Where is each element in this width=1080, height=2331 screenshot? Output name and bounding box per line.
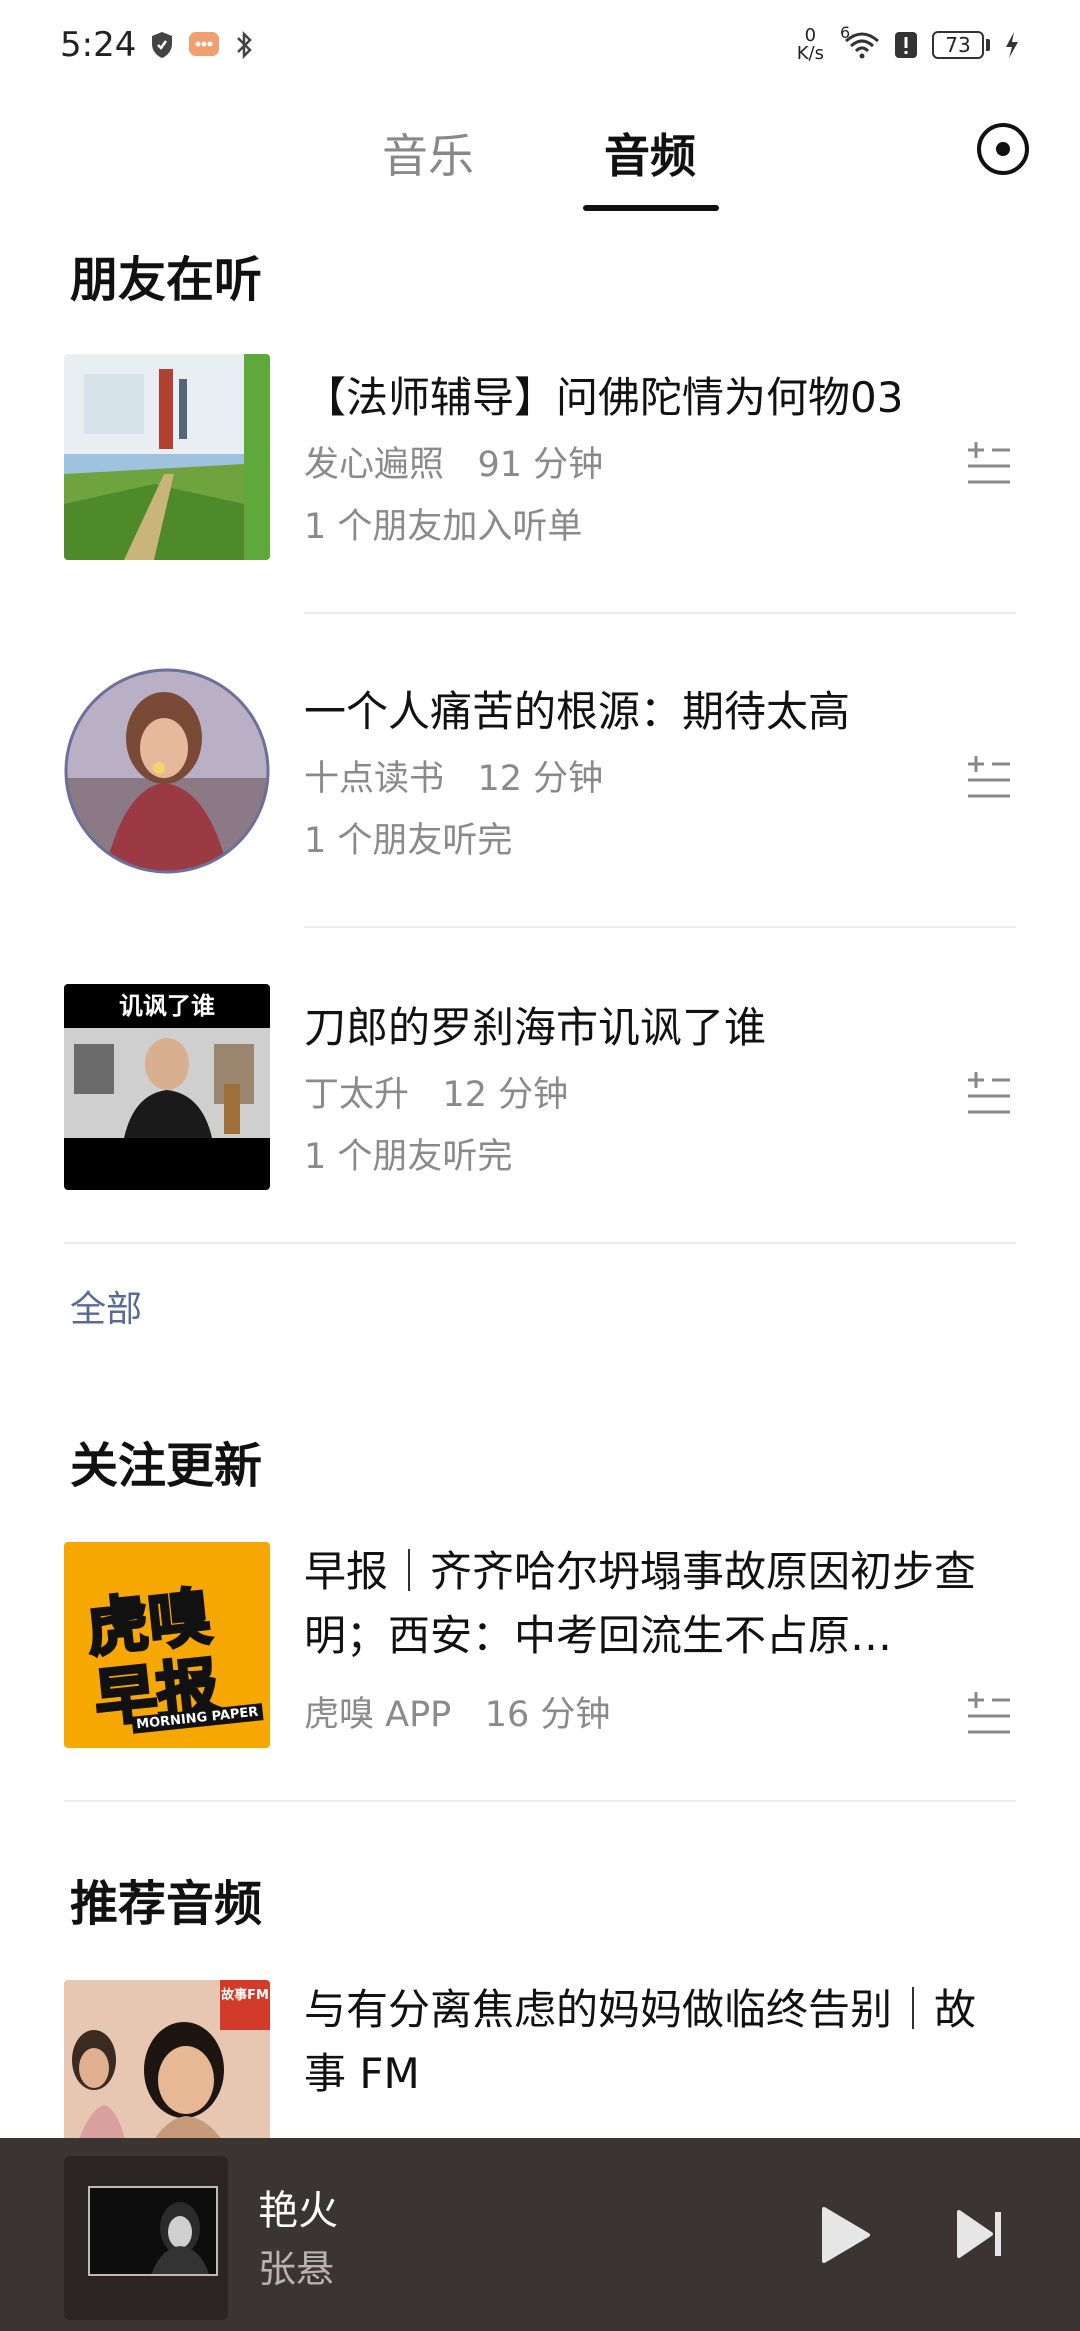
player-cover-art	[88, 2186, 218, 2276]
friend-note: 1 个朋友听完	[304, 821, 513, 861]
item-title: 与有分离焦虑的妈妈做临终告别｜故事 FM	[304, 1985, 977, 2098]
friends-section-title: 朋友在听	[70, 252, 263, 308]
item-title: 早报｜齐齐哈尔坍塌事故原因初步查明；西安：中考回流生不占原…	[304, 1547, 977, 1660]
cover-image	[64, 668, 270, 874]
item-meta: 发心遍照 91 分钟	[304, 436, 603, 487]
player-artist: 张悬	[258, 2247, 335, 2291]
list-item[interactable]: 虎嗅 早报 MORNING PAPER 早报｜齐齐哈尔坍塌事故原因初步查明；西安…	[64, 1540, 1016, 1760]
battery-level: 73	[945, 33, 971, 57]
mini-player[interactable]: 艳火 张悬	[0, 2138, 1080, 2331]
tab-music[interactable]: 音乐	[382, 120, 474, 200]
now-playing-target-icon[interactable]	[976, 122, 1030, 176]
divider	[64, 1800, 1016, 1802]
battery-cap	[986, 39, 990, 51]
player-cover	[64, 2156, 228, 2320]
item-author: 十点读书	[304, 759, 445, 799]
status-right: 0 K/s 6 73	[797, 23, 1020, 63]
cover-badge: 故事FM	[220, 1980, 270, 2030]
status-bar: 5:24 0 K/s 6 73	[0, 0, 1080, 90]
cover-image	[64, 354, 270, 560]
divider	[304, 612, 1016, 614]
cover-image: 讥讽了谁	[64, 984, 270, 1190]
net-speed: 0 K/s	[797, 27, 824, 63]
next-track-icon[interactable]	[955, 2208, 1005, 2260]
item-author: 虎嗅 APP	[304, 1695, 452, 1735]
bluetooth-icon	[234, 30, 254, 60]
message-bubble-icon	[188, 30, 220, 60]
list-item[interactable]: 一个人痛苦的根源：期待太高 十点读书 12 分钟 1 个朋友听完	[64, 666, 1016, 886]
top-tabs: 音乐 音频	[0, 100, 1080, 215]
view-all-link[interactable]: 全部	[70, 1280, 142, 1332]
divider	[64, 1242, 1016, 1244]
item-author: 发心遍照	[304, 445, 445, 485]
follow-section-title: 关注更新	[70, 1438, 263, 1494]
status-time: 5:24	[60, 25, 137, 65]
cover-image: 虎嗅 早报 MORNING PAPER	[64, 1542, 270, 1748]
battery-icon: 73	[932, 31, 984, 59]
shield-icon	[150, 31, 174, 59]
item-duration: 12 分钟	[442, 1075, 569, 1115]
active-tab-indicator	[583, 205, 719, 211]
wifi-gen-label: 6	[840, 23, 851, 42]
add-to-playlist-icon[interactable]	[964, 442, 1014, 486]
item-meta: 丁太升 12 分钟	[304, 1066, 568, 1117]
add-to-playlist-icon[interactable]	[964, 1692, 1014, 1736]
item-meta: 虎嗅 APP 16 分钟	[304, 1686, 610, 1737]
charging-icon	[1004, 31, 1020, 59]
item-duration: 16 分钟	[484, 1695, 611, 1735]
item-title: 一个人痛苦的根源：期待太高	[304, 687, 851, 736]
list-item[interactable]: 讥讽了谁 刀郎的罗刹海市讥讽了谁 丁太升 12 分钟 1 个朋友听完	[64, 982, 1016, 1202]
friend-note: 1 个朋友听完	[304, 1137, 513, 1177]
add-to-playlist-icon[interactable]	[964, 756, 1014, 800]
wifi-icon: 6	[840, 23, 880, 59]
list-item[interactable]: 【法师辅导】问佛陀情为何物03 发心遍照 91 分钟 1 个朋友加入听单	[64, 352, 1016, 572]
item-duration: 91 分钟	[477, 445, 604, 485]
add-to-playlist-icon[interactable]	[964, 1072, 1014, 1116]
net-speed-unit: K/s	[796, 43, 824, 64]
item-author: 丁太升	[304, 1075, 410, 1115]
recommend-section-title: 推荐音频	[70, 1876, 263, 1932]
tab-audio[interactable]: 音频	[604, 120, 696, 200]
player-title: 艳火	[258, 2188, 338, 2234]
item-meta: 十点读书 12 分钟	[304, 750, 603, 801]
alert-icon	[894, 30, 918, 60]
status-left: 5:24	[60, 25, 254, 65]
friend-note: 1 个朋友加入听单	[304, 507, 583, 547]
item-title: 【法师辅导】问佛陀情为何物03	[304, 373, 904, 422]
item-title: 刀郎的罗刹海市讥讽了谁	[304, 1003, 767, 1052]
play-icon[interactable]	[820, 2205, 872, 2265]
divider	[304, 926, 1016, 928]
item-duration: 12 分钟	[477, 759, 604, 799]
